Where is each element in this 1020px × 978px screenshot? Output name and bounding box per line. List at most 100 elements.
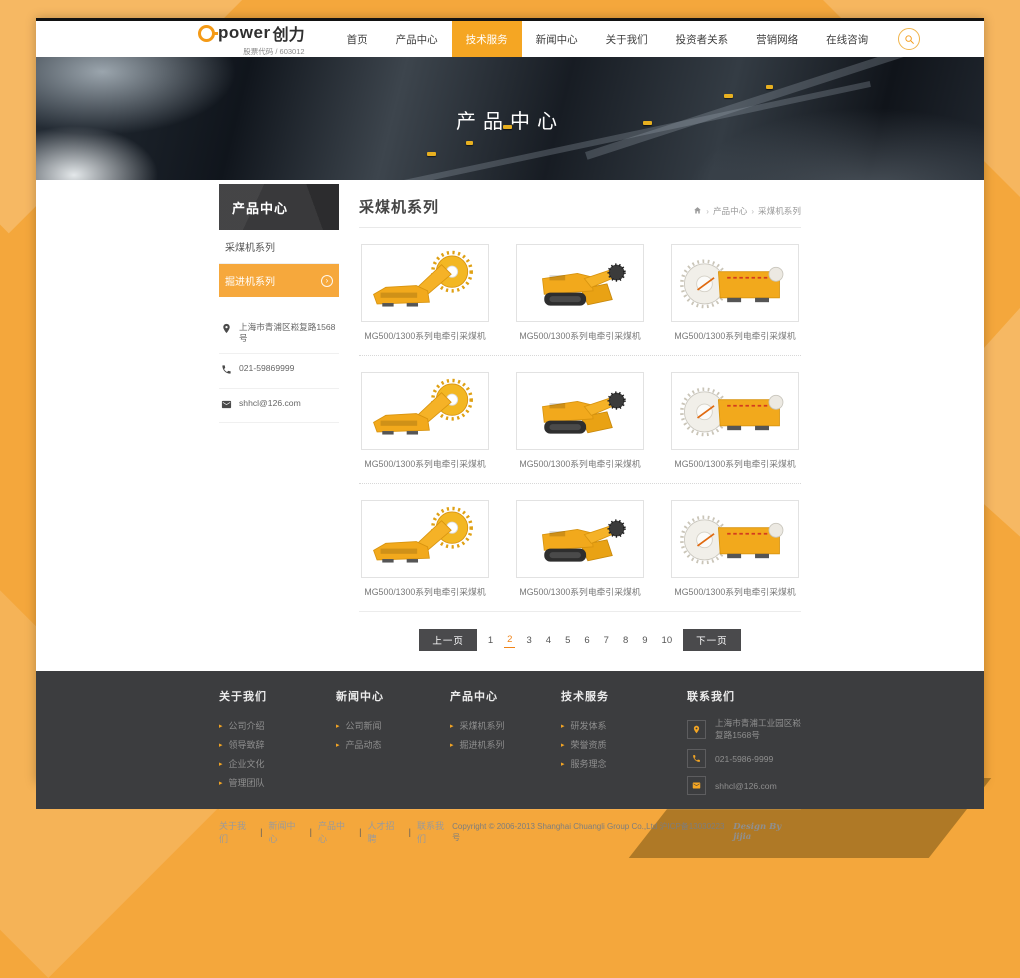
- product-card[interactable]: MG500/1300系列电牵引采煤机: [361, 372, 489, 470]
- footer-link[interactable]: ▸公司介绍: [219, 717, 336, 736]
- design-by-credit[interactable]: Design By jijia: [733, 822, 801, 842]
- product-image-roadheader: [516, 372, 644, 450]
- footer-contact-text: shhcl@126.com: [715, 781, 777, 791]
- footer-column-4: 技术服务▸研发体系▸荣誉资质▸服务理念: [561, 688, 687, 803]
- product-card[interactable]: MG500/1300系列电牵引采煤机: [516, 372, 644, 470]
- nav-item-8[interactable]: 在线咨询: [812, 21, 882, 57]
- sidebar-contact-text: shhcl@126.com: [239, 398, 301, 409]
- brand-name-cjk: 创力: [273, 21, 305, 45]
- footer-link[interactable]: ▸产品动态: [336, 736, 450, 755]
- prev-page-button[interactable]: 上一页: [419, 629, 477, 651]
- brand-logo[interactable]: power 创力 股票代码 / 603012: [198, 21, 305, 57]
- bullet-arrow-icon: ▸: [336, 717, 340, 736]
- page-number-3[interactable]: 3: [523, 633, 534, 648]
- bullet-arrow-icon: ▸: [450, 717, 454, 736]
- hero-title: 产品中心: [36, 105, 984, 134]
- footer-column-title: 关于我们: [219, 688, 336, 704]
- search-icon: [904, 34, 915, 45]
- footer-link-label: 服务理念: [571, 755, 607, 774]
- footer-bottom-link-5[interactable]: 联系我们: [417, 819, 452, 845]
- next-page-button[interactable]: 下一页: [683, 629, 741, 651]
- page-title: 采煤机系列: [359, 196, 439, 217]
- phone-icon: [221, 363, 232, 378]
- footer-link[interactable]: ▸管理团队: [219, 774, 336, 793]
- product-caption: MG500/1300系列电牵引采煤机: [516, 329, 644, 342]
- footer-link-label: 企业文化: [229, 755, 265, 774]
- product-card[interactable]: MG500/1300系列电牵引采煤机: [671, 372, 799, 470]
- footer-column-1: 关于我们▸公司介绍▸领导致辞▸企业文化▸管理团队: [219, 688, 336, 803]
- footer-bottom-link-3[interactable]: 产品中心: [318, 819, 353, 845]
- footer-contact-title: 联系我们: [687, 688, 801, 704]
- page-number-8[interactable]: 8: [620, 633, 631, 648]
- sidebar-menu: 采煤机系列掘进机系列 ›: [219, 230, 339, 297]
- product-card[interactable]: MG500/1300系列电牵引采煤机: [361, 244, 489, 342]
- sidebar-menu-label: 掘进机系列: [225, 273, 275, 288]
- copyright-text: Copyright © 2006-2013 Shanghai Chuangli …: [452, 821, 727, 843]
- product-card[interactable]: MG500/1300系列电牵引采煤机: [671, 244, 799, 342]
- footer-column-2: 新闻中心▸公司新闻▸产品动态: [336, 688, 450, 803]
- arrow-right-icon: ›: [321, 275, 333, 287]
- page-number-1[interactable]: 1: [485, 633, 496, 648]
- product-card[interactable]: MG500/1300系列电牵引采煤机: [516, 500, 644, 598]
- footer-contact-text: 上海市青浦工业园区崧复路1568号: [715, 717, 801, 741]
- link-separator: |: [409, 827, 411, 837]
- footer-link-label: 产品动态: [346, 736, 382, 755]
- page-number-4[interactable]: 4: [543, 633, 554, 648]
- footer-bottom-link-1[interactable]: 关于我们: [219, 819, 254, 845]
- sidebar-menu-item-2[interactable]: 掘进机系列 ›: [219, 264, 339, 297]
- bullet-arrow-icon: ▸: [561, 717, 565, 736]
- nav-item-6[interactable]: 投资者关系: [662, 21, 743, 57]
- search-button[interactable]: [898, 28, 920, 50]
- sidebar-contact-item: 上海市青浦区崧复路1568号: [219, 313, 339, 354]
- nav-item-4[interactable]: 新闻中心: [522, 21, 592, 57]
- footer-link[interactable]: ▸服务理念: [561, 755, 687, 774]
- product-caption: MG500/1300系列电牵引采煤机: [671, 457, 799, 470]
- footer-bottom-links: 关于我们|新闻中心|产品中心|人才招聘|联系我们: [219, 819, 452, 845]
- sidebar-contact-item: shhcl@126.com: [219, 389, 339, 423]
- bullet-arrow-icon: ▸: [219, 755, 223, 774]
- breadcrumb-item-2[interactable]: 采煤机系列: [758, 205, 801, 217]
- page-frame: power 创力 股票代码 / 603012 首页产品中心技术服务新闻中心关于我…: [36, 18, 984, 783]
- footer-link[interactable]: ▸ 领导致辞: [219, 736, 336, 755]
- product-card[interactable]: MG500/1300系列电牵引采煤机: [361, 500, 489, 598]
- product-card[interactable]: MG500/1300系列电牵引采煤机: [671, 500, 799, 598]
- site-footer: 关于我们▸公司介绍▸领导致辞▸企业文化▸管理团队新闻中心▸公司新闻▸产品动态产品…: [36, 671, 984, 809]
- sidebar-contacts: 上海市青浦区崧复路1568号021-59869999shhcl@126.com: [219, 313, 339, 423]
- page-number-9[interactable]: 9: [639, 633, 650, 648]
- breadcrumb-separator: ›: [706, 207, 709, 216]
- nav-item-5[interactable]: 关于我们: [592, 21, 662, 57]
- footer-column-title: 新闻中心: [336, 688, 450, 704]
- brand-name: power: [218, 23, 271, 43]
- footer-link[interactable]: ▸荣誉资质: [561, 736, 687, 755]
- footer-contact-item: 021-5986-9999: [687, 749, 801, 768]
- product-card[interactable]: MG500/1300系列电牵引采煤机: [516, 244, 644, 342]
- page-number-7[interactable]: 7: [601, 633, 612, 648]
- breadcrumb-home-icon[interactable]: [693, 206, 702, 217]
- page-number-2[interactable]: 2: [504, 632, 515, 648]
- nav-item-1[interactable]: 首页: [333, 21, 382, 57]
- sidebar: 产品中心 采煤机系列掘进机系列› 上海市青浦区崧复路1568号021-59869…: [219, 184, 339, 423]
- page-number-6[interactable]: 6: [581, 633, 592, 648]
- nav-item-7[interactable]: 营销网络: [742, 21, 812, 57]
- footer-bottom-link-2[interactable]: 新闻中心: [268, 819, 303, 845]
- footer-link[interactable]: ▸公司新闻: [336, 717, 450, 736]
- footer-link[interactable]: ▸采煤机系列: [450, 717, 561, 736]
- product-caption: MG500/1300系列电牵引采煤机: [361, 329, 489, 342]
- footer-link[interactable]: ▸ 企业文化: [219, 755, 336, 774]
- footer-link[interactable]: ▸掘进机系列: [450, 736, 561, 755]
- footer-link[interactable]: ▸研发体系: [561, 717, 687, 736]
- product-image-shearer-wheel: [671, 372, 799, 450]
- bullet-arrow-icon: ▸: [219, 717, 223, 736]
- email-icon: [221, 398, 232, 413]
- breadcrumb-item-1[interactable]: 产品中心: [713, 205, 747, 217]
- nav-item-3[interactable]: 技术服务: [452, 21, 522, 57]
- footer-bottom-link-4[interactable]: 人才招聘: [367, 819, 402, 845]
- footer-link-label: 领导致辞: [229, 736, 265, 755]
- page-number-5[interactable]: 5: [562, 633, 573, 648]
- sidebar-menu-item-1[interactable]: 采煤机系列: [219, 230, 339, 264]
- page-number-10[interactable]: 10: [659, 633, 676, 648]
- location-icon: [221, 322, 232, 337]
- footer-contact-item: 上海市青浦工业园区崧复路1568号: [687, 717, 801, 741]
- nav-item-2[interactable]: 产品中心: [382, 21, 452, 57]
- bullet-arrow-icon: ▸: [219, 736, 223, 755]
